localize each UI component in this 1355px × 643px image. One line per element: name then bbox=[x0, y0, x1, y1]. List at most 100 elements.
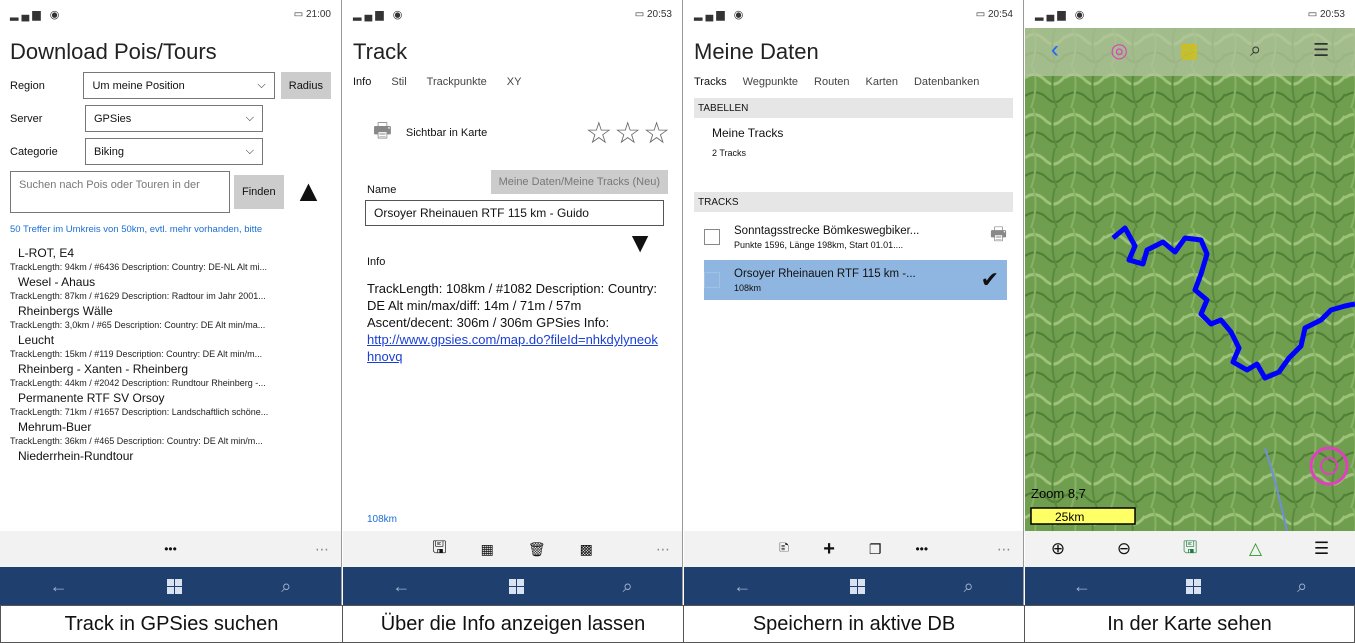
app-bar: 🖫 ▦ 🗑 ▩ ⋯ bbox=[343, 531, 682, 567]
result-title[interactable]: Permanente RTF SV Orsoy bbox=[0, 388, 341, 405]
caption-3: Speichern in aktive DB bbox=[684, 605, 1025, 643]
zoom-out-icon[interactable]: ⊖ bbox=[1117, 539, 1131, 559]
battery-icon: ▭ bbox=[975, 8, 986, 20]
search-icon[interactable]: ⌕ bbox=[1297, 576, 1307, 597]
find-button[interactable]: Finden bbox=[234, 175, 284, 209]
panel-download: ▂▄▆ ◉ ▭ 21:00 Download Pois/Tours Region… bbox=[0, 0, 342, 605]
save-target-button[interactable]: Meine Daten/Meine Tracks (Neu) bbox=[490, 170, 668, 194]
search-icon[interactable]: ⌕ bbox=[964, 576, 974, 597]
more-button[interactable]: ••• bbox=[915, 542, 928, 556]
category-row: Categorie Biking ⌵ bbox=[0, 138, 341, 165]
info-text: TrackLength: 108km / #1082 Description: … bbox=[367, 281, 657, 330]
panel-map: ▂▄▆ ◉ ▭ 20:53 Zoom 8,7 25km ‹ ◎ ▩ ⌕ ☰ ⊕ … bbox=[1025, 0, 1355, 605]
status-bar: ▂▄▆ ◉ ▭ 20:53 bbox=[343, 0, 682, 28]
name-label: Name bbox=[367, 184, 397, 196]
map-icon[interactable]: ▦ bbox=[481, 541, 494, 558]
visibility-row: 🖶 Sichtbar in Karte ☆☆☆ bbox=[343, 92, 682, 152]
checkered-flag-icon[interactable]: ▩ bbox=[1180, 38, 1199, 63]
back-icon[interactable]: ← bbox=[733, 576, 751, 597]
layers-icon[interactable]: ☰ bbox=[1314, 539, 1329, 559]
server-row: Server GPSies ⌵ bbox=[0, 105, 341, 132]
result-title[interactable]: Mehrum-Buer bbox=[0, 417, 341, 434]
tab-trackpunkte[interactable]: Trackpunkte bbox=[427, 76, 487, 88]
page-title: Download Pois/Tours bbox=[10, 39, 217, 64]
result-title[interactable]: L-ROT, E4 bbox=[0, 243, 341, 260]
database-icon[interactable]: ☰ bbox=[1313, 40, 1329, 61]
result-title[interactable]: Niederrhein-Rundtour bbox=[0, 446, 341, 463]
search-placeholder: Suchen nach Pois oder Touren in der bbox=[19, 179, 200, 191]
name-value: Orsoyer Rheinauen RTF 115 km - Guido bbox=[374, 206, 589, 220]
save-icon[interactable]: 🖫 bbox=[1183, 535, 1197, 564]
search-input[interactable]: Suchen nach Pois oder Touren in der bbox=[10, 171, 230, 213]
radius-button[interactable]: Radius bbox=[280, 72, 331, 99]
back-arrow-icon[interactable]: ‹ bbox=[1051, 36, 1059, 64]
category-dropdown[interactable]: Biking ⌵ bbox=[85, 138, 263, 165]
track-row[interactable]: Sonntagsstrecke Bömkeswegbiker... Punkte… bbox=[684, 212, 1023, 256]
track-checkbox[interactable] bbox=[704, 272, 720, 288]
rating-stars[interactable]: ☆☆☆ bbox=[585, 116, 672, 151]
table-item[interactable]: Meine Tracks 2 Tracks bbox=[684, 118, 1023, 180]
signal-icon: ▂▄▆ ◉ bbox=[694, 8, 747, 21]
save-icon[interactable]: 🖫 bbox=[432, 535, 446, 564]
result-title[interactable]: Wesel - Ahaus bbox=[0, 272, 341, 289]
checkmark-icon[interactable]: ✔ bbox=[981, 267, 999, 293]
edit-icon[interactable]: 🗈 bbox=[779, 537, 789, 561]
tab-stil[interactable]: Stil bbox=[391, 76, 406, 88]
battery-icon: ▭ bbox=[293, 8, 304, 20]
zoom-in-icon[interactable]: ⊕ bbox=[1051, 539, 1065, 559]
more-button[interactable]: ••• bbox=[164, 542, 177, 556]
tab-datenbanken[interactable]: Datenbanken bbox=[914, 76, 979, 88]
triangle-icon[interactable]: △ bbox=[1249, 539, 1262, 559]
triangle-up-icon[interactable]: ▲ bbox=[294, 177, 324, 207]
category-value: Biking bbox=[94, 145, 124, 158]
tab-tracks[interactable]: Tracks bbox=[694, 76, 727, 88]
region-value: Um meine Position bbox=[92, 79, 185, 92]
map-view[interactable]: Zoom 8,7 25km ‹ ◎ ▩ ⌕ ☰ bbox=[1025, 28, 1355, 531]
windows-icon[interactable] bbox=[849, 578, 865, 594]
add-icon[interactable]: + bbox=[823, 538, 835, 561]
signal-icon: ▂▄▆ ◉ bbox=[10, 8, 63, 21]
ellipsis-icon[interactable]: ⋯ bbox=[997, 541, 1011, 558]
info-link[interactable]: http://www.gpsies.com/map.do?fileId=nhkd… bbox=[367, 331, 658, 365]
tab-info[interactable]: Info bbox=[353, 76, 371, 88]
delete-icon[interactable]: 🗑 bbox=[528, 541, 546, 558]
checkered-flag-icon[interactable]: ▩ bbox=[580, 541, 593, 558]
search-icon[interactable]: ⌕ bbox=[623, 576, 633, 597]
tab-xy[interactable]: XY bbox=[507, 76, 522, 88]
search-icon[interactable]: ⌕ bbox=[1250, 39, 1261, 62]
track-row-selected[interactable]: Orsoyer Rheinauen RTF 115 km -... 108km … bbox=[704, 260, 1007, 300]
tab-karten[interactable]: Karten bbox=[866, 76, 898, 88]
back-icon[interactable]: ← bbox=[50, 576, 68, 597]
track-checkbox[interactable] bbox=[704, 229, 720, 245]
ellipsis-icon[interactable]: ⋯ bbox=[315, 541, 329, 558]
track-sub: Punkte 1596, Länge 198km, Start 01.01...… bbox=[734, 239, 904, 250]
region-label: Region bbox=[10, 79, 45, 92]
printer-icon[interactable]: 🖶 bbox=[990, 222, 1007, 252]
tab-routen[interactable]: Routen bbox=[814, 76, 849, 88]
tab-wegpunkte[interactable]: Wegpunkte bbox=[743, 76, 798, 88]
app-bar: ⊕ ⊖ 🖫 △ ☰ bbox=[1025, 531, 1355, 567]
track-text: Orsoyer Rheinauen RTF 115 km -... 108km bbox=[734, 268, 981, 293]
windows-icon[interactable] bbox=[166, 578, 182, 594]
printer-icon[interactable]: 🖶 bbox=[373, 116, 392, 150]
server-dropdown[interactable]: GPSies ⌵ bbox=[85, 105, 263, 132]
name-input[interactable]: Orsoyer Rheinauen RTF 115 km - Guido bbox=[365, 200, 664, 226]
search-icon[interactable]: ⌕ bbox=[281, 576, 291, 597]
nav-bar: ← ⌕ bbox=[343, 567, 682, 605]
name-header-row: Name Meine Daten/Meine Tracks (Neu) bbox=[343, 152, 682, 196]
app-bar: ••• ⋯ bbox=[0, 531, 341, 567]
triangle-down-icon[interactable]: ▼ bbox=[343, 226, 682, 260]
windows-icon[interactable] bbox=[1186, 578, 1202, 594]
region-dropdown[interactable]: Um meine Position ⌵ bbox=[83, 72, 275, 99]
result-title[interactable]: Rheinbergs Wälle bbox=[0, 301, 341, 318]
copy-icon[interactable]: ❐ bbox=[869, 541, 882, 558]
table-count: 2 Tracks bbox=[712, 148, 747, 158]
panel-track: ▂▄▆ ◉ ▭ 20:53 Track Info Stil Trackpunkt… bbox=[343, 0, 683, 605]
back-icon[interactable]: ← bbox=[1073, 576, 1091, 597]
back-icon[interactable]: ← bbox=[392, 576, 410, 597]
windows-icon[interactable] bbox=[508, 578, 524, 594]
result-title[interactable]: Leucht bbox=[0, 330, 341, 347]
target-icon[interactable]: ◎ bbox=[1110, 38, 1127, 63]
ellipsis-icon[interactable]: ⋯ bbox=[656, 541, 670, 558]
result-title[interactable]: Rheinberg - Xanten - Rheinberg bbox=[0, 359, 341, 376]
